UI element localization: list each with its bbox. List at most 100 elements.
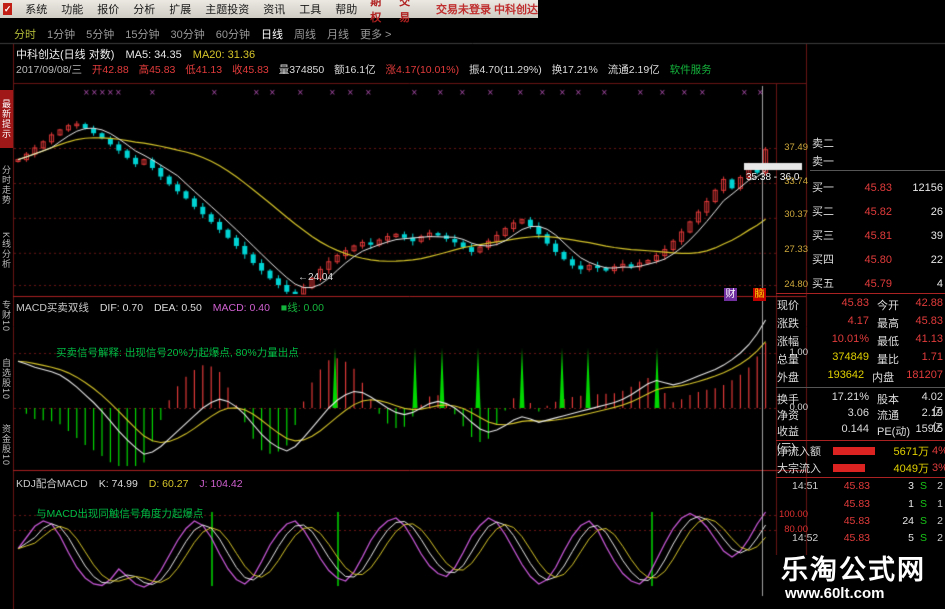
menu-options[interactable]: 期权 <box>364 0 393 25</box>
buy4-label: 买四 <box>812 254 834 266</box>
period-toolbar: 分时 1分钟 5分钟 15分钟 30分钟 60分钟 日线 周线 月线 更多 > <box>14 25 402 43</box>
macd-dea-value: DEA: 0.50 <box>153 302 202 314</box>
strip-item-funds[interactable]: 资金股10 <box>0 416 13 474</box>
period-60min[interactable]: 60分钟 <box>216 26 250 42</box>
strip-item-finance[interactable]: 专财10 <box>0 290 13 342</box>
buy5-price: 45.79 <box>864 278 892 290</box>
strip-item-fenshi[interactable]: 分时走势 <box>0 156 13 214</box>
sell-level-2-row[interactable]: 卖二 <box>812 135 943 151</box>
kdj-d-value: D: 60.27 <box>148 478 189 490</box>
block-inflow-row: 大宗流入 4049万 3% <box>777 460 945 476</box>
buy1-vol: 12156 <box>912 182 943 194</box>
label-low: 最低 <box>877 336 899 348</box>
buy-level-5-row[interactable]: 买五 45.79 4 <box>812 275 943 291</box>
info-sector[interactable]: 软件服务 <box>670 64 712 76</box>
info-date: 2017/09/08/三 <box>16 64 82 76</box>
tick-price: 45.83 <box>843 480 870 492</box>
tick-side: S <box>919 480 927 492</box>
buy-level-1-row[interactable]: 买一 45.83 12156 <box>812 179 943 195</box>
sell1-label: 卖一 <box>812 156 834 168</box>
sidebar-divider <box>776 387 945 388</box>
info-low: 低41.13 <box>185 64 223 76</box>
buy3-vol: 39 <box>930 230 943 242</box>
net-inflow-value: 5671万 <box>893 446 929 458</box>
login-status[interactable]: 交易未登录 中科创达 <box>436 1 538 17</box>
kdj-pane-header: KDJ配合MACD K: 74.99 D: 60.27 J: 104.42 <box>16 476 251 491</box>
menu-system[interactable]: 系统 <box>18 1 54 17</box>
info-float: 流通2.19亿 <box>607 64 660 76</box>
buy-level-2-row[interactable]: 买二 45.82 26 <box>812 203 943 219</box>
period-5min[interactable]: 5分钟 <box>86 26 114 42</box>
value-inner: 181207 <box>906 369 943 381</box>
strip-item-kline[interactable]: K线分析 <box>0 222 13 280</box>
label-change: 涨跌 <box>777 318 799 330</box>
menu-trade[interactable]: 交易 <box>393 0 422 25</box>
value-vol-ratio: 1.71 <box>921 351 943 363</box>
tick-row: 45.83 24 S 2 <box>792 515 943 527</box>
quote-row: 涨跌 4.17 最高 45.83 <box>777 315 943 331</box>
tick-row: 14:51 45.83 3 S 2 <box>792 480 943 492</box>
badge-nao[interactable]: 脑 <box>753 288 766 301</box>
value-low: 41.13 <box>915 333 943 345</box>
strip-item-alerts[interactable]: 最新提示 <box>0 90 13 148</box>
info-high: 高45.83 <box>138 64 176 76</box>
buy4-vol: 22 <box>930 254 943 266</box>
tick-time: 14:51 <box>792 480 819 492</box>
menu-extend[interactable]: 扩展 <box>162 1 198 17</box>
buy-level-4-row[interactable]: 买四 45.80 22 <box>812 251 943 267</box>
menu-theme-invest[interactable]: 主题投资 <box>198 1 256 17</box>
info-change: 涨4.17(10.01%) <box>385 64 460 76</box>
info-volume: 量374850 <box>278 64 325 76</box>
tick-row: 45.83 1 S 1 <box>792 498 943 510</box>
period-daily[interactable]: 日线 <box>261 26 283 42</box>
buy2-price: 45.82 <box>864 206 892 218</box>
tick-row: 14:52 45.83 5 S 2 <box>792 532 943 544</box>
period-monthly[interactable]: 月线 <box>327 26 349 42</box>
macd-macd-value: MACD: 0.40 <box>212 302 270 314</box>
quote-row: 外盘 193642 内盘 181207 <box>777 369 943 385</box>
kdj-signal-note: 与MACD出现同触信号角度力起爆点 <box>36 508 204 520</box>
watermark-url: www.60lt.com <box>785 585 885 602</box>
tick-side: S <box>919 515 927 527</box>
period-more[interactable]: 更多 > <box>360 26 391 42</box>
kdj-indicator-name[interactable]: KDJ配合MACD <box>16 478 88 490</box>
period-1min[interactable]: 1分钟 <box>47 26 75 42</box>
menu-analysis[interactable]: 分析 <box>126 1 162 17</box>
sell-level-1-row[interactable]: 卖一 <box>812 153 943 169</box>
period-15min[interactable]: 15分钟 <box>125 26 159 42</box>
period-30min[interactable]: 30分钟 <box>171 26 205 42</box>
menu-tools[interactable]: 工具 <box>292 1 328 17</box>
block-inflow-bar <box>833 464 865 472</box>
buy5-label: 买五 <box>812 278 834 290</box>
period-fenshi[interactable]: 分时 <box>14 26 36 42</box>
macd-line-value: ■线: 0.00 <box>280 302 324 314</box>
period-weekly[interactable]: 周线 <box>294 26 316 42</box>
menu-quotes[interactable]: 报价 <box>90 1 126 17</box>
block-inflow-pct: 3% <box>932 462 945 474</box>
app-logo-icon: ✓ <box>3 3 13 15</box>
strip-item-watchlist[interactable]: 自选股10 <box>0 350 13 408</box>
label-vol-ratio: 量比 <box>877 354 899 366</box>
price-axis-label: 30.37 <box>784 209 808 220</box>
info-amplitude: 振4.70(11.29%) <box>469 64 542 76</box>
quote-row: 涨幅 10.01% 最低 41.13 <box>777 333 943 349</box>
macd-indicator-name[interactable]: MACD买卖双线 <box>16 302 89 314</box>
value-change-pct: 10.01% <box>831 333 869 345</box>
quote-row: 现价 45.83 今开 42.88 <box>777 297 943 313</box>
watermark: 乐淘公式网 www.60lt.com <box>773 555 945 609</box>
tick-volume: 1 <box>908 498 914 510</box>
buy-level-3-row[interactable]: 买三 45.81 39 <box>812 227 943 243</box>
block-inflow-value: 4049万 <box>893 463 929 475</box>
menu-news[interactable]: 资讯 <box>256 1 292 17</box>
macd-signal-note: 买卖信号解释: 出现信号20%力起爆点, 80%力量出点 <box>56 347 299 359</box>
info-turnover: 换17.21% <box>551 64 598 76</box>
info-amount: 额16.1亿 <box>334 64 376 76</box>
menu-function[interactable]: 功能 <box>54 1 90 17</box>
buy1-label: 买一 <box>812 182 834 194</box>
net-inflow-bar <box>833 447 875 455</box>
menu-help[interactable]: 帮助 <box>328 1 364 17</box>
kdj-k-value: K: 74.99 <box>98 478 138 490</box>
net-inflow-pct: 4% <box>932 445 945 457</box>
buy5-vol: 4 <box>936 278 943 290</box>
badge-cai[interactable]: 财 <box>724 288 737 301</box>
